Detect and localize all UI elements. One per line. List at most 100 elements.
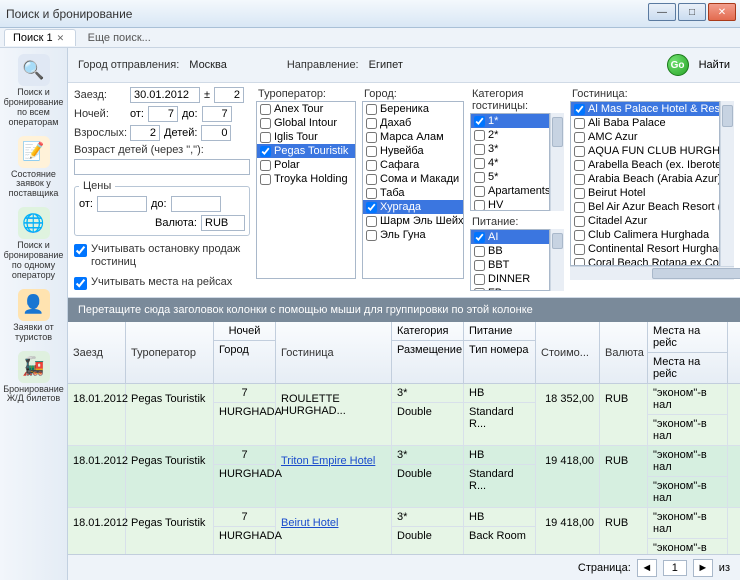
list-item[interactable]: BB [471,244,549,258]
list-checkbox[interactable] [474,200,485,211]
list-item[interactable]: Al Mas Palace Hotel & Resort (компле [571,102,719,116]
list-checkbox[interactable] [574,230,585,241]
minimize-button[interactable]: — [648,3,676,21]
go-button[interactable]: Go [667,54,689,76]
list-checkbox[interactable] [574,174,585,185]
sidebar-item-2[interactable]: 🌐Поиск и бронирование по одному оператор… [3,207,65,281]
sidebar-item-4[interactable]: 🚂Бронирование Ж/Д билетов [3,351,65,405]
list-checkbox[interactable] [474,172,485,183]
list-item[interactable]: Ali Baba Palace [571,116,719,130]
hotel-link[interactable]: Beirut Hotel [281,517,338,529]
list-checkbox[interactable] [366,146,377,157]
list-item[interactable]: Coral Beach Rotana ex.Coral beach) [571,256,719,266]
list-item[interactable]: BBT [471,258,549,272]
list-checkbox[interactable] [574,132,585,143]
meal-scrollbar[interactable] [550,229,564,291]
list-item[interactable]: Arabella Beach (ex. Iberotel Arabella) [571,158,719,172]
list-item[interactable]: Anex Tour [257,102,355,116]
list-item[interactable]: HV [471,198,549,211]
list-item[interactable]: 2* [471,128,549,142]
col-meal[interactable]: Питание Тип номера [464,322,536,383]
list-item[interactable]: AMC Azur [571,130,719,144]
list-checkbox[interactable] [260,160,271,171]
sidebar-item-1[interactable]: 📝Состояние заявок у поставщика [3,136,65,200]
list-item[interactable]: Polar [257,158,355,172]
plusminus-input[interactable] [214,87,244,103]
list-checkbox[interactable] [474,116,485,127]
list-checkbox[interactable] [260,146,271,157]
hotel-scrollbar[interactable] [720,101,734,266]
list-checkbox[interactable] [366,118,377,129]
list-item[interactable]: Club Calimera Hurghada [571,228,719,242]
list-checkbox[interactable] [366,174,377,185]
list-checkbox[interactable] [574,118,585,129]
list-item[interactable]: Дахаб [363,116,463,130]
col-operator[interactable]: Туроператор [126,322,214,383]
list-item[interactable]: Continental Resort Hurghada (ex. Interc [571,242,719,256]
page-input[interactable] [663,560,687,576]
list-item[interactable]: Береника [363,102,463,116]
list-item[interactable]: Эль Гуна [363,228,463,242]
list-checkbox[interactable] [574,146,585,157]
category-listbox[interactable]: 1*2*3*4*5*ApartamentsHVHV-2 [470,113,550,211]
list-checkbox[interactable] [474,246,485,257]
city-listbox[interactable]: БереникаДахабМарса АламНувейбаСафагаСома… [362,101,464,279]
sidebar-item-3[interactable]: 👤Заявки от туристов [3,289,65,343]
list-item[interactable]: Arabia Beach (Arabia Azur) [571,172,719,186]
list-item[interactable]: 1* [471,114,549,128]
category-scrollbar[interactable] [550,113,564,211]
hotel-hscrollbar[interactable] [570,266,734,280]
col-currency[interactable]: Валюта [600,322,648,383]
maximize-button[interactable]: □ [678,3,706,21]
nights-from-input[interactable] [148,106,178,122]
list-item[interactable]: Apartaments [471,184,549,198]
operator-listbox[interactable]: Anex TourGlobal IntourIglis TourPegas To… [256,101,356,279]
list-checkbox[interactable] [474,232,485,243]
list-item[interactable]: Таба [363,186,463,200]
page-next-button[interactable]: ► [693,559,713,577]
list-checkbox[interactable] [366,160,377,171]
list-item[interactable]: 3* [471,142,549,156]
list-item[interactable]: Нувейба [363,144,463,158]
list-item[interactable]: AQUA FUN CLUB HURGHADA HOTE [571,144,719,158]
direction-value[interactable]: Египет [369,59,403,71]
list-checkbox[interactable] [366,104,377,115]
price-to-input[interactable] [171,196,221,212]
table-row[interactable]: 18.01.2012Pegas Touristik7HURGHADAROULET… [68,384,740,446]
sidebar-item-0[interactable]: 🔍Поиск и бронирование по всем операторам [3,54,65,128]
list-checkbox[interactable] [474,260,485,271]
list-item[interactable]: Марса Алам [363,130,463,144]
flight-seats-checkbox[interactable] [74,277,87,290]
checkin-input[interactable] [130,87,200,103]
list-checkbox[interactable] [366,216,377,227]
stop-sales-checkbox[interactable] [74,244,87,257]
col-category[interactable]: Категория Размещение [392,322,464,383]
find-label[interactable]: Найти [699,59,730,71]
list-item[interactable]: DINNER [471,272,549,286]
price-from-input[interactable] [97,196,147,212]
list-item[interactable]: Сафага [363,158,463,172]
list-item[interactable]: FB [471,286,549,291]
kids-ages-input[interactable] [74,159,250,175]
list-checkbox[interactable] [366,132,377,143]
table-row[interactable]: 18.01.2012Pegas Touristik7HURGHADATriton… [68,446,740,508]
list-item[interactable]: Beirut Hotel [571,186,719,200]
hotel-listbox[interactable]: Al Mas Palace Hotel & Resort (комплеAli … [570,101,720,266]
group-by-bar[interactable]: Перетащите сюда заголовок колонки с помо… [68,298,740,322]
col-nights[interactable]: Ночей Город [214,322,276,383]
list-checkbox[interactable] [574,244,585,255]
list-item[interactable]: Bel Air Azur Beach Resort (ex. Bel Air R [571,200,719,214]
list-checkbox[interactable] [474,186,485,197]
list-item[interactable]: Troyka Holding [257,172,355,186]
col-hotel[interactable]: Гостиница [276,322,392,383]
list-checkbox[interactable] [574,104,585,115]
adults-input[interactable] [130,125,160,141]
list-item[interactable]: Сома и Макади [363,172,463,186]
list-item[interactable]: 4* [471,156,549,170]
tab-more-search[interactable]: Еще поиск... [80,30,159,46]
nights-to-input[interactable] [202,106,232,122]
close-button[interactable]: ✕ [708,3,736,21]
list-checkbox[interactable] [474,158,485,169]
page-prev-button[interactable]: ◄ [637,559,657,577]
list-checkbox[interactable] [474,274,485,285]
